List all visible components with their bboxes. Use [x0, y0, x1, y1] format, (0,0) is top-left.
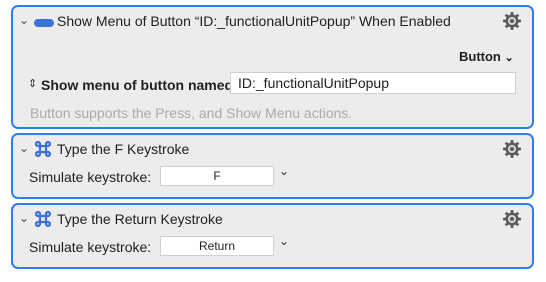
command-key-icon: [34, 210, 52, 228]
gear-icon[interactable]: [502, 11, 522, 31]
action-header[interactable]: ⌄ Type the F Keystroke: [13, 135, 532, 165]
action-header[interactable]: ⌄ Type the Return Keystroke: [13, 205, 532, 235]
type-dropdown[interactable]: Button ⌄: [459, 49, 514, 64]
chevron-down-icon[interactable]: ⌄: [19, 212, 29, 224]
keystroke-label: Simulate keystroke:: [29, 169, 152, 185]
type-dropdown-label: Button: [459, 49, 501, 64]
gear-icon[interactable]: [502, 209, 522, 229]
gear-icon[interactable]: [502, 139, 522, 159]
command-key-icon: [34, 140, 52, 158]
chevron-down-icon: ⌄: [504, 52, 514, 64]
action-title: Show Menu of Button “ID:_functionalUnitP…: [57, 13, 451, 29]
action-title: Type the Return Keystroke: [57, 211, 223, 227]
help-text: Button supports the Press, and Show Menu…: [30, 105, 353, 121]
action-title: Type the F Keystroke: [57, 141, 190, 157]
up-down-chevron-icon[interactable]: ⇕: [28, 77, 37, 90]
button-name-field[interactable]: ID:_functionalUnitPopup: [230, 72, 516, 94]
keystroke-field[interactable]: Return: [160, 236, 274, 256]
chevron-down-icon[interactable]: ⌄: [19, 14, 29, 26]
action-type-f-keystroke[interactable]: ⌄ Type the F Keystroke Simulate keystrok…: [11, 133, 534, 199]
chevron-down-icon[interactable]: ⌄: [279, 164, 289, 178]
action-type-return-keystroke[interactable]: ⌄ Type the Return Keystroke Simulate key…: [11, 203, 534, 269]
keystroke-label: Simulate keystroke:: [29, 239, 152, 255]
button-icon: [34, 19, 54, 27]
action-show-menu-of-button[interactable]: ⌄ Show Menu of Button “ID:_functionalUni…: [11, 5, 534, 129]
chevron-down-icon[interactable]: ⌄: [19, 142, 29, 154]
action-header[interactable]: ⌄ Show Menu of Button “ID:_functionalUni…: [13, 7, 532, 37]
keystroke-field[interactable]: F: [160, 166, 274, 186]
field-label: Show menu of button named:: [41, 77, 238, 93]
chevron-down-icon[interactable]: ⌄: [279, 234, 289, 248]
